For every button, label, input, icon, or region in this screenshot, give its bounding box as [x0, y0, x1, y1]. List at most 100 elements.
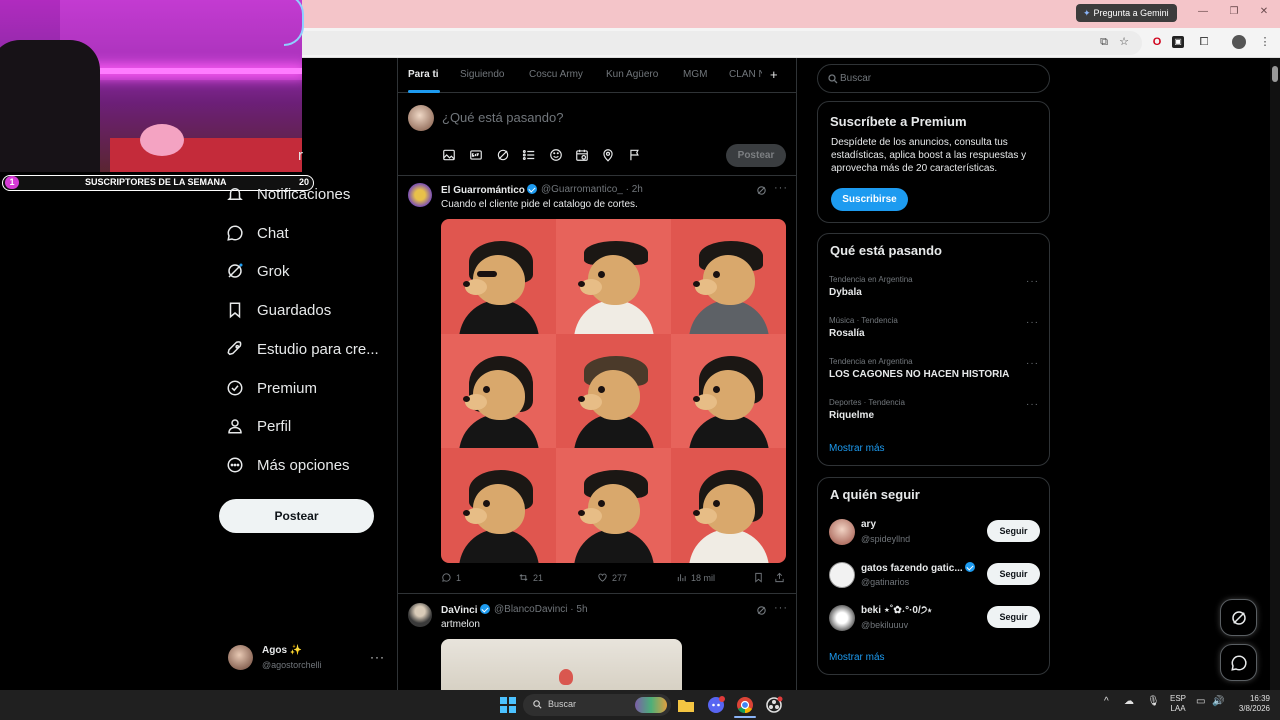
tweet-time[interactable]: 2h	[632, 184, 643, 195]
language-indicator[interactable]: ESP LAA	[1170, 694, 1186, 714]
search-input[interactable]: Buscar	[840, 73, 871, 84]
composer-input[interactable]: ¿Qué está pasando?	[442, 110, 563, 125]
gif-icon[interactable]	[469, 148, 483, 162]
browser-menu-icon[interactable]: ⋮	[1257, 34, 1273, 50]
nav-profile[interactable]: Perfil	[226, 413, 291, 439]
like-button[interactable]: 277	[597, 572, 627, 583]
gemini-button[interactable]: ✦ Pregunta a Gemini	[1076, 4, 1177, 22]
views-button[interactable]: 18 mil	[676, 572, 715, 583]
nav-grok[interactable]: Grok	[226, 258, 290, 284]
follow-avatar[interactable]	[829, 605, 855, 631]
trend-more-icon[interactable]: ···	[1026, 317, 1039, 328]
url-field[interactable]	[302, 31, 1142, 55]
grok-explain-icon[interactable]	[756, 605, 767, 616]
tweet-time[interactable]: 5h	[576, 604, 587, 615]
tweet-avatar[interactable]	[408, 603, 432, 627]
search-box[interactable]: Buscar	[817, 64, 1050, 93]
follow-name[interactable]: beki ⋆˚✿˖°·0/੭⋆	[861, 605, 932, 616]
trend-name[interactable]: LOS CAGONES NO HACEN HISTORIA	[829, 369, 1009, 380]
nav-bookmarks[interactable]: Guardados	[226, 297, 331, 323]
tray-cloud-icon[interactable]: ☁	[1124, 697, 1134, 707]
share-icon[interactable]	[774, 572, 785, 583]
follow-button[interactable]: Seguir	[987, 520, 1040, 542]
tab-mgm[interactable]: MGM	[683, 69, 707, 80]
profile-avatar[interactable]	[1232, 35, 1246, 49]
tray-chevron-icon[interactable]: ^	[1104, 697, 1109, 707]
tweet-author[interactable]: El Guarromántico	[441, 184, 537, 196]
install-app-icon[interactable]: ⧉	[1096, 34, 1112, 50]
chrome-icon[interactable]	[735, 695, 755, 715]
poll-icon[interactable]	[522, 148, 536, 162]
tweet-handle[interactable]: @Guarromantico_	[541, 184, 623, 195]
chat-floating-button[interactable]	[1220, 644, 1257, 681]
grok-floating-button[interactable]	[1220, 599, 1257, 636]
nav-creator-studio[interactable]: Estudio para cre...	[226, 336, 379, 362]
location-icon[interactable]	[601, 148, 615, 162]
tweet-avatar[interactable]	[408, 183, 432, 207]
tab-kun-aguero[interactable]: Kun Agüero	[606, 69, 658, 80]
bookmark-tweet-icon[interactable]	[753, 572, 764, 583]
tab-clan[interactable]: CLAN N	[729, 69, 762, 80]
extension-icon[interactable]: ▣	[1172, 36, 1184, 48]
tab-following[interactable]: Siguiendo	[460, 69, 504, 80]
trend-more-icon[interactable]: ···	[1026, 399, 1039, 410]
nav-more-options[interactable]: Más opciones	[226, 452, 350, 478]
discord-icon[interactable]	[706, 695, 726, 715]
emoji-icon[interactable]	[549, 148, 563, 162]
account-avatar[interactable]	[228, 645, 253, 670]
reply-button[interactable]: 1	[441, 572, 461, 583]
obs-icon[interactable]	[764, 695, 784, 715]
follow-handle[interactable]: @bekiluuuv	[861, 620, 908, 630]
follow-avatar[interactable]	[829, 562, 855, 588]
close-icon[interactable]: ✕	[1257, 6, 1271, 17]
follow-button[interactable]: Seguir	[987, 563, 1040, 585]
composer-post-button[interactable]: Postear	[726, 144, 786, 167]
trend-name[interactable]: Dybala	[829, 287, 862, 298]
volume-icon[interactable]: 🔊	[1212, 697, 1224, 707]
file-explorer-icon[interactable]	[676, 695, 696, 715]
account-handle[interactable]: @agostorchelli	[262, 660, 322, 670]
follow-name[interactable]: ary	[861, 519, 876, 530]
trend-more-icon[interactable]: ···	[1026, 358, 1039, 369]
tweet-more-icon[interactable]: ···	[774, 602, 788, 614]
image-icon[interactable]	[442, 148, 456, 162]
repost-button[interactable]: 21	[518, 572, 543, 583]
extensions-puzzle-icon[interactable]: ⧠	[1196, 34, 1212, 50]
tweet-image[interactable]	[441, 639, 682, 690]
account-more-icon[interactable]: ···	[370, 650, 385, 664]
tweet-handle[interactable]: @BlancoDavinci	[494, 604, 568, 615]
windows-start-icon[interactable]	[498, 695, 518, 715]
tab-coscu-army[interactable]: Coscu Army	[529, 69, 583, 80]
post-button[interactable]: Postear	[219, 499, 374, 533]
follow-avatar[interactable]	[829, 519, 855, 545]
scrollbar[interactable]	[1270, 58, 1280, 690]
trend-name[interactable]: Riquelme	[829, 410, 874, 421]
nav-notifications[interactable]: Notificaciones	[226, 181, 350, 207]
follow-button[interactable]: Seguir	[987, 606, 1040, 628]
restore-icon[interactable]: ❐	[1227, 6, 1241, 17]
tweet-more-icon[interactable]: ···	[774, 182, 788, 194]
microphone-icon[interactable]: 🎙	[1147, 697, 1160, 707]
follow-author[interactable]: gatos fazendo gatic...	[861, 562, 975, 574]
trends-show-more-link[interactable]: Mostrar más	[829, 443, 885, 454]
follow-handle[interactable]: @gatinarios	[861, 577, 909, 587]
account-name[interactable]: Agos ✨	[262, 645, 302, 656]
trend-more-icon[interactable]: ···	[1026, 276, 1039, 287]
grok-composer-icon[interactable]	[496, 148, 510, 162]
tweet-author[interactable]: DaVinci	[441, 604, 490, 616]
nav-premium[interactable]: Premium	[226, 375, 317, 401]
flag-icon[interactable]	[628, 148, 642, 162]
scrollbar-thumb[interactable]	[1272, 66, 1278, 82]
minimize-icon[interactable]: —	[1196, 6, 1210, 17]
grok-explain-icon[interactable]	[756, 185, 767, 196]
trend-name[interactable]: Rosalía	[829, 328, 865, 339]
bookmark-star-icon[interactable]: ☆	[1116, 34, 1132, 50]
clock[interactable]: 16:39 3/8/2026	[1232, 694, 1270, 714]
nav-chat[interactable]: Chat	[226, 220, 289, 246]
follow-show-more-link[interactable]: Mostrar más	[829, 652, 885, 663]
subscribe-button[interactable]: Suscribirse	[831, 188, 908, 211]
network-icon[interactable]: ▭	[1196, 697, 1205, 707]
schedule-icon[interactable]	[575, 148, 589, 162]
tweet-image[interactable]	[441, 219, 786, 563]
tab-for-you[interactable]: Para ti	[408, 69, 439, 80]
